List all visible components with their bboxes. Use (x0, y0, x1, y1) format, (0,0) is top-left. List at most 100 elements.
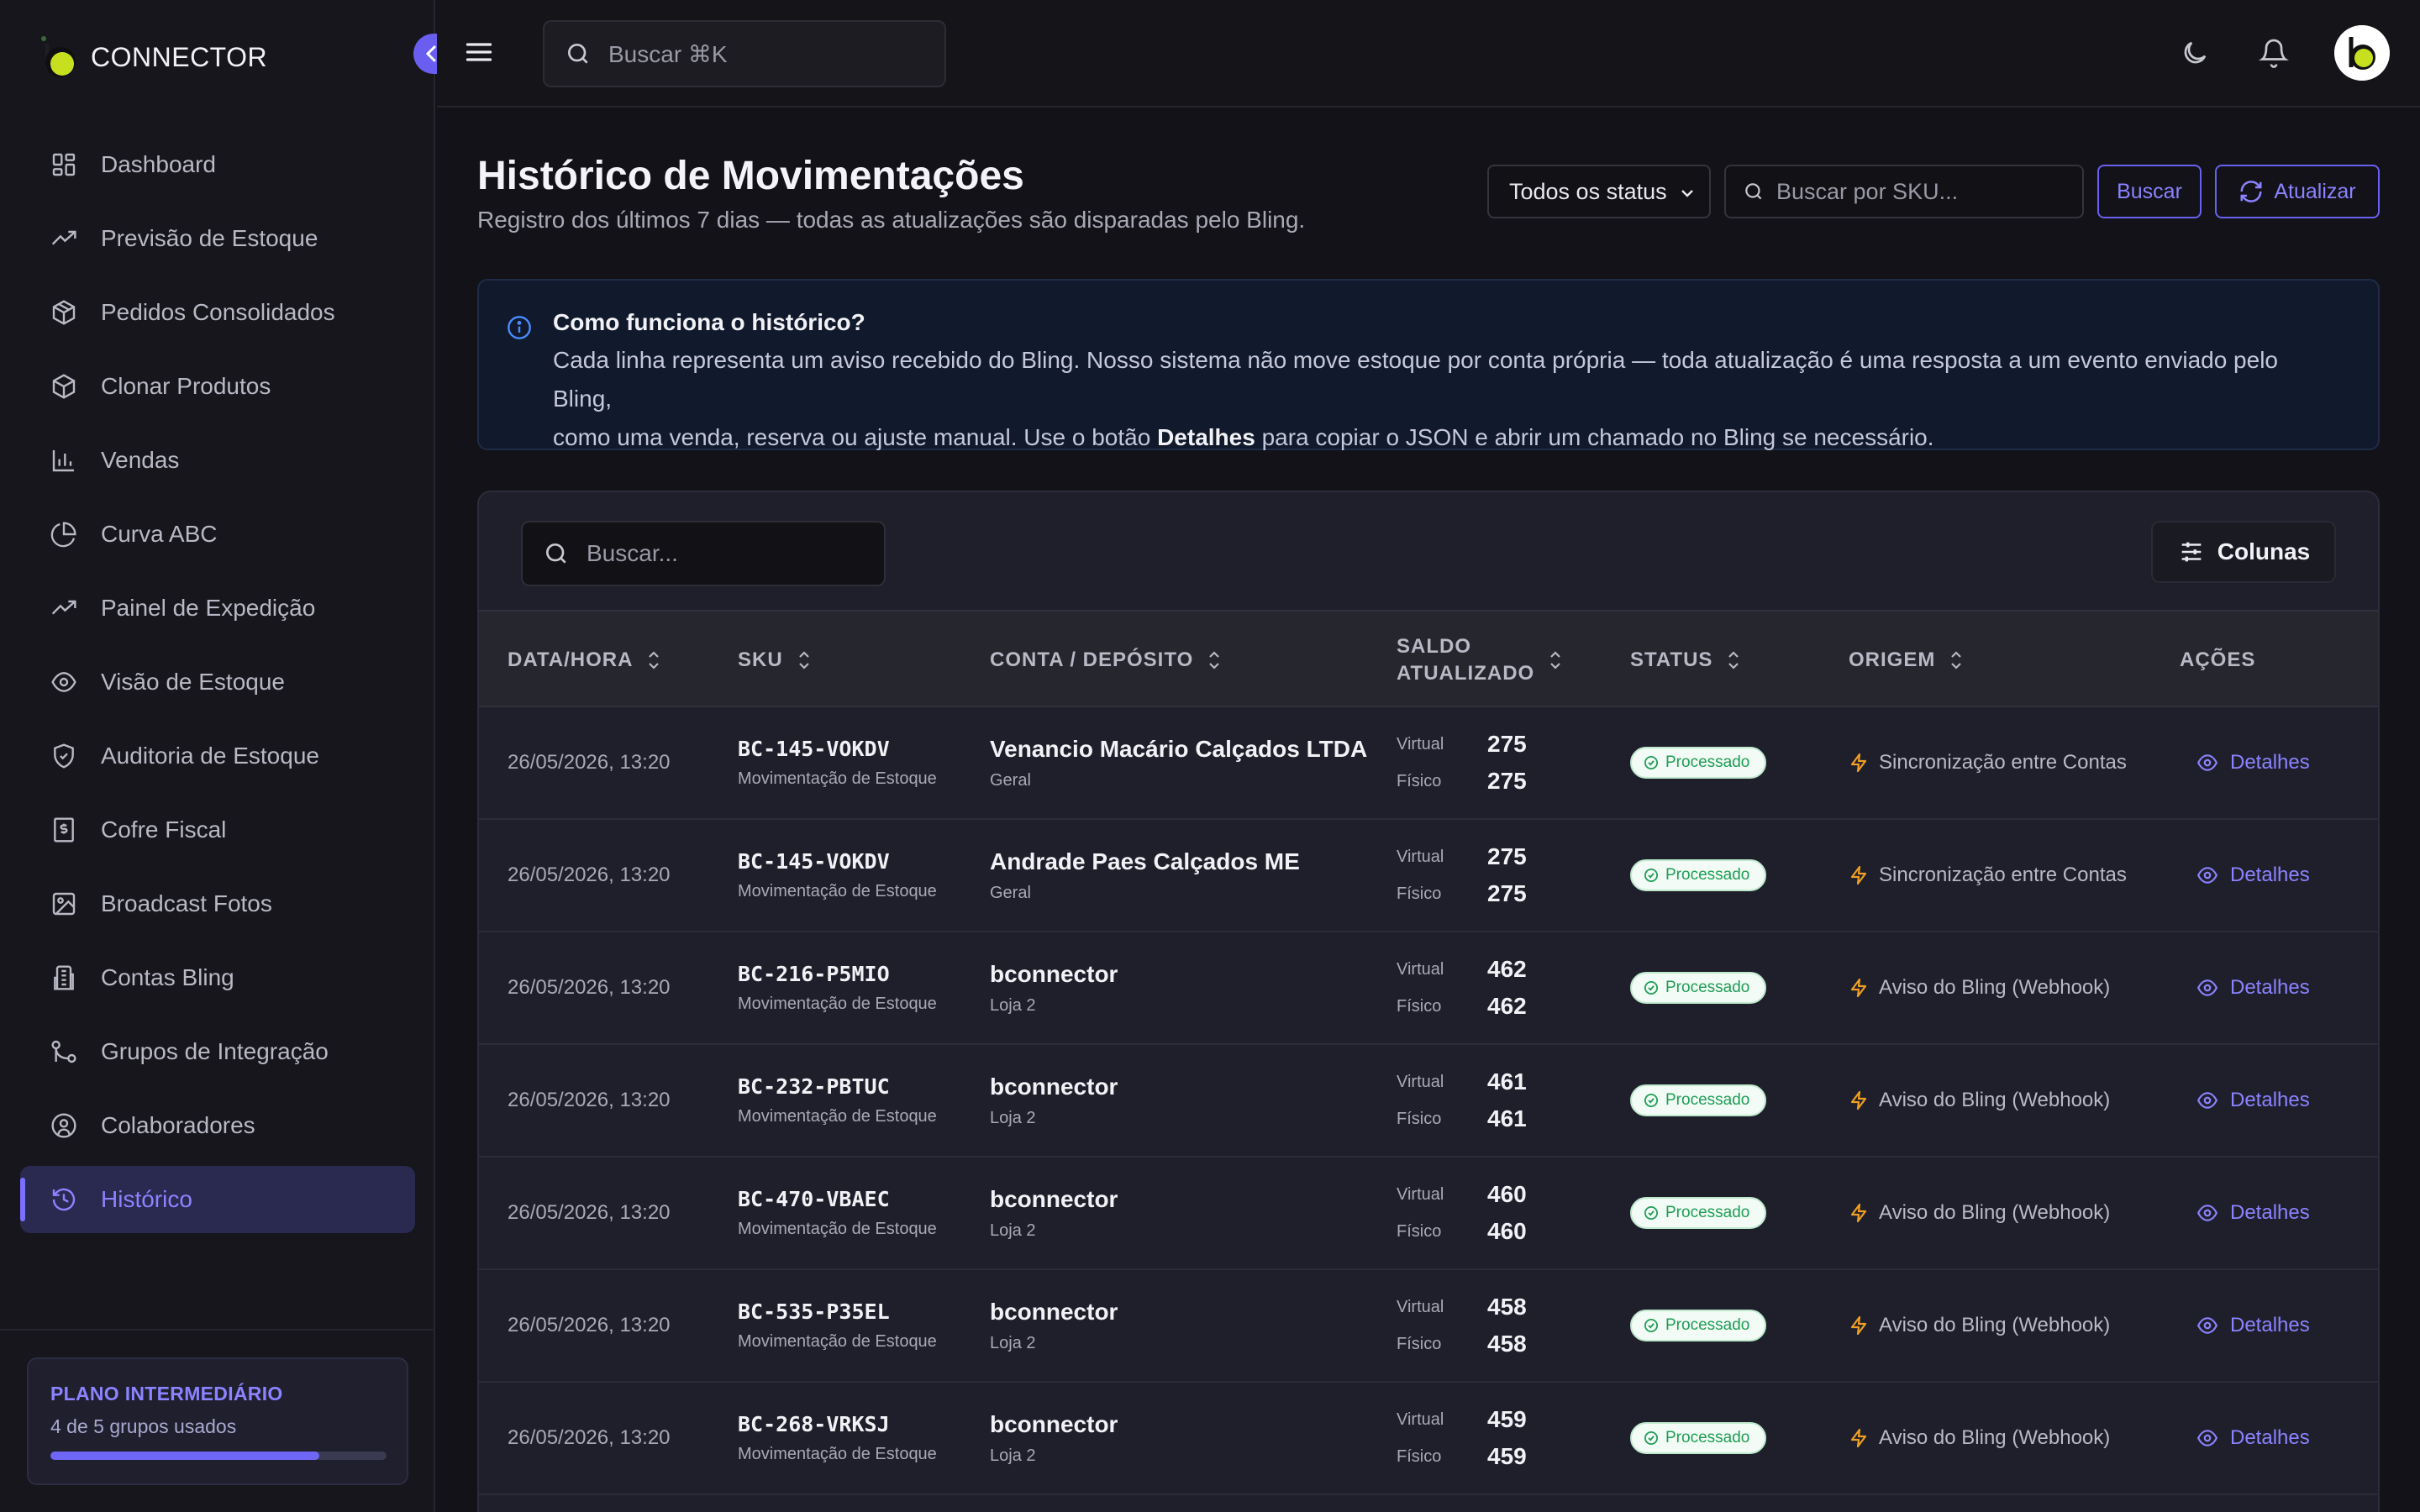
cell-saldo: Virtual 458 Físico 458 (1397, 1270, 1527, 1381)
sort-icon (1207, 649, 1222, 671)
page-title: Histórico de Movimentações (477, 154, 1024, 198)
saldo-fisico-label: Físico (1397, 1446, 1442, 1466)
cell-date: 26/05/2026, 13:20 (508, 932, 671, 1043)
cell-sku: BC-145-VOKDV Movimentação de Estoque (738, 820, 937, 931)
sku-search-input[interactable]: Buscar por SKU... (1724, 165, 2084, 218)
cell-status: Processado (1630, 932, 1767, 1043)
columns-button[interactable]: Colunas (2151, 521, 2336, 583)
row-deposit: Loja 2 (990, 1446, 1036, 1465)
header-account[interactable]: CONTA / DEPÓSITO (990, 612, 1222, 709)
row-type: Movimentação de Estoque (738, 882, 937, 900)
sidebar-item-contas-bling[interactable]: Contas Bling (20, 944, 415, 1011)
table-row[interactable]: 26/05/2026, 13:20 BC-232-PBTUC Movimenta… (479, 1045, 2378, 1158)
dashboard-icon (49, 150, 79, 180)
logo[interactable]: CONNECTOR (40, 35, 267, 79)
lightning-icon (1849, 978, 1869, 998)
saldo-fisico: Físico 458 (1397, 1326, 1527, 1362)
sidebar-item-vendas[interactable]: Vendas (20, 427, 415, 494)
sidebar-item-visao-estoque[interactable]: Visão de Estoque (20, 648, 415, 716)
dark-mode-toggle[interactable] (2176, 34, 2213, 71)
saldo-fisico-value: 460 (1487, 1218, 1527, 1244)
detalhes-button[interactable]: Detalhes (2196, 864, 2310, 887)
table-search-input[interactable]: Buscar... (521, 521, 886, 586)
sidebar-item-colaboradores[interactable]: Colaboradores (20, 1092, 415, 1159)
sidebar-item-pedidos[interactable]: Pedidos Consolidados (20, 279, 415, 346)
sidebar-item-grupos-integracao[interactable]: Grupos de Integração (20, 1018, 415, 1085)
detalhes-button[interactable]: Detalhes (2196, 751, 2310, 774)
sidebar-item-dashboard[interactable]: Dashboard (20, 131, 415, 198)
info-text: Cada linha representa um aviso recebido … (553, 341, 2331, 457)
sidebar-item-curva-abc[interactable]: Curva ABC (20, 501, 415, 568)
buscar-button[interactable]: Buscar (2097, 165, 2202, 218)
check-circle-icon (1644, 1431, 1659, 1446)
status-label: Processado (1665, 1429, 1750, 1446)
sidebar-item-clonar[interactable]: Clonar Produtos (20, 353, 415, 420)
cell-actions: Detalhes (2196, 1270, 2310, 1381)
sidebar-item-previsao[interactable]: Previsão de Estoque (20, 205, 415, 272)
cell-sku: BC-535-P35EL Movimentação de Estoque (738, 1270, 937, 1381)
info-text-line-2a: como uma venda, reserva ou ajuste manual… (553, 424, 1158, 450)
cell-sku: BC-268-VRKSJ Movimentação de Estoque (738, 1383, 937, 1494)
saldo-virtual-label: Virtual (1397, 1184, 1444, 1204)
detalhes-button[interactable]: Detalhes (2196, 1089, 2310, 1112)
sidebar-nav: Dashboard Previsão de Estoque Pedidos Co… (20, 131, 415, 1240)
sidebar-item-expedicao[interactable]: Painel de Expedição (20, 575, 415, 642)
saldo-virtual-value: 462 (1487, 956, 1527, 982)
table-row[interactable]: 26/05/2026, 13:20 BC-535-P35EL Movimenta… (479, 1270, 2378, 1383)
plan-progress-fill (50, 1452, 319, 1460)
menu-button[interactable] (464, 37, 494, 67)
table-row[interactable]: 26/05/2026, 13:20 BC-470-VBAEC Movimenta… (479, 1158, 2378, 1270)
table-row[interactable]: 26/05/2026, 13:20 BC-268-VRKSJ Movimenta… (479, 1383, 2378, 1495)
table-row[interactable]: 26/05/2026, 13:20 BC-216-P5MIO Movimenta… (479, 932, 2378, 1045)
global-search-input[interactable]: Buscar ⌘K (543, 20, 946, 87)
sidebar-item-label: Auditoria de Estoque (101, 743, 319, 769)
detalhes-button[interactable]: Detalhes (2196, 1201, 2310, 1225)
sidebar-item-broadcast-fotos[interactable]: Broadcast Fotos (20, 870, 415, 937)
cell-saldo: Virtual 462 Físico 462 (1397, 932, 1527, 1043)
row-deposit: Geral (990, 770, 1031, 790)
header-actions: AÇÕES (2180, 612, 2255, 709)
avatar[interactable] (2334, 25, 2390, 81)
origin: Sincronização entre Contas (1849, 864, 2127, 887)
saldo-fisico: Físico 275 (1397, 763, 1527, 800)
cell-actions: Detalhes (2196, 707, 2310, 818)
detalhes-button[interactable]: Detalhes (2196, 1314, 2310, 1337)
eye-icon (2196, 1089, 2218, 1111)
detalhes-button[interactable]: Detalhes (2196, 1426, 2310, 1450)
notifications-button[interactable] (2255, 34, 2292, 71)
cell-sku: BC-470-VBAEC Movimentação de Estoque (738, 1158, 937, 1268)
atualizar-button[interactable]: Atualizar (2215, 165, 2380, 218)
table-row[interactable]: 26/05/2026, 13:20 BC-145-VOKDV Movimenta… (479, 820, 2378, 932)
header-date[interactable]: DATA/HORA (508, 612, 661, 709)
sidebar-item-label: Clonar Produtos (101, 373, 271, 399)
cell-date: 26/05/2026, 13:20 (508, 1045, 671, 1156)
row-deposit: Loja 2 (990, 995, 1036, 1015)
plan-card[interactable]: PLANO INTERMEDIÁRIO 4 de 5 grupos usados (27, 1357, 408, 1485)
table-row[interactable]: 26/05/2026, 13:20 BC-145-VOKDV Movimenta… (479, 707, 2378, 820)
sidebar-item-label: Broadcast Fotos (101, 890, 272, 916)
header-status[interactable]: STATUS (1630, 612, 1741, 709)
eye-icon (2196, 1315, 2218, 1336)
origin-label: Aviso do Bling (Webhook) (1879, 1314, 2111, 1336)
detalhes-button[interactable]: Detalhes (2196, 976, 2310, 1000)
bell-icon (2259, 39, 2289, 68)
cell-saldo: Virtual 275 Físico 275 (1397, 707, 1527, 818)
header-origin[interactable]: ORIGEM (1849, 612, 1964, 709)
eye-icon (2196, 864, 2218, 886)
lightning-icon (1849, 1428, 1869, 1448)
header-sku[interactable]: SKU (738, 612, 812, 709)
sidebar-item-label: Visão de Estoque (101, 669, 285, 695)
saldo-virtual-value: 460 (1487, 1181, 1527, 1207)
hamburger-icon (466, 43, 492, 61)
saldo-fisico-label: Físico (1397, 1334, 1442, 1353)
sidebar-item-historico[interactable]: Histórico (20, 1166, 415, 1233)
sidebar-divider (0, 1329, 435, 1331)
sidebar-item-cofre-fiscal[interactable]: Cofre Fiscal (20, 796, 415, 864)
header-saldo[interactable]: SALDO ATUALIZADO (1397, 612, 1563, 709)
cell-date: 26/05/2026, 13:20 (508, 707, 671, 818)
status-filter-select[interactable]: Todos os status (1487, 165, 1711, 218)
sidebar-item-auditoria[interactable]: Auditoria de Estoque (20, 722, 415, 790)
status-badge: Processado (1630, 1422, 1767, 1454)
saldo-virtual-label: Virtual (1397, 959, 1444, 979)
detalhes-label: Detalhes (2230, 1201, 2310, 1224)
